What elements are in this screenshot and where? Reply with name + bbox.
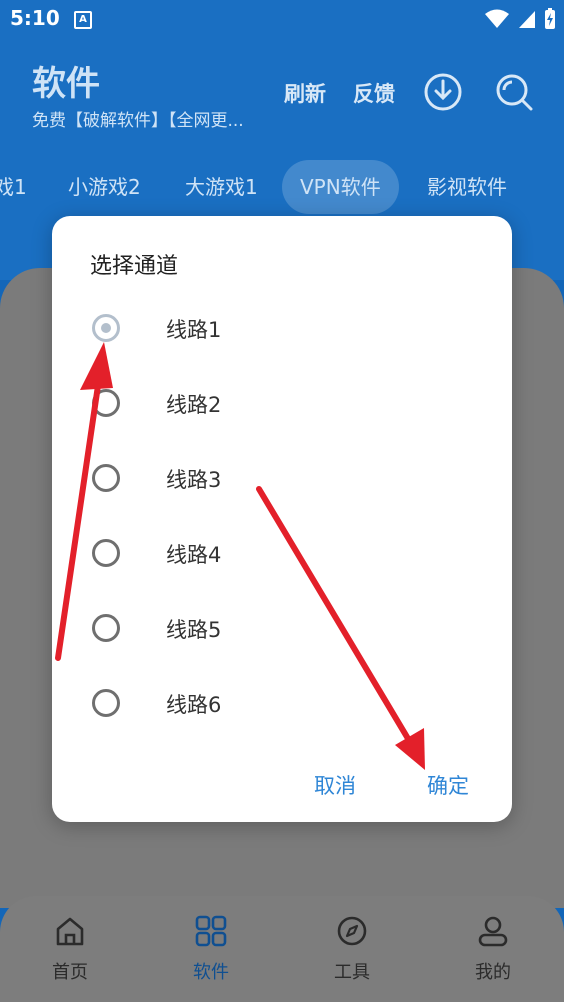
feedback-button[interactable]: 反馈 <box>353 78 395 108</box>
page-title: 软件 <box>32 64 100 104</box>
radio-button[interactable] <box>92 689 120 717</box>
nav-mine[interactable]: 我的 <box>453 914 533 984</box>
tab-video-software[interactable]: 影视软件 <box>427 160 507 214</box>
user-icon <box>478 916 508 947</box>
channel-option-label: 线路4 <box>166 543 222 567</box>
nav-software[interactable]: 软件 <box>171 914 251 984</box>
nav-tools-label: 工具 <box>334 962 370 983</box>
download-icon[interactable] <box>423 72 463 112</box>
radio-button[interactable] <box>92 464 120 492</box>
channel-option[interactable]: 线路4 <box>90 527 470 583</box>
channel-option[interactable]: 线路6 <box>90 677 470 733</box>
channel-dialog: 选择通道 线路1 线路2 线路3 线路4 线路5 线路6 取消 确定 <box>52 216 512 822</box>
channel-option[interactable]: 线路1 <box>90 302 470 358</box>
nav-home-label: 首页 <box>52 962 88 983</box>
channel-option-label: 线路5 <box>166 618 222 642</box>
bottom-nav: 首页 软件 工具 我的 <box>0 896 564 1002</box>
tab-game-1[interactable]: 戏1 <box>0 160 27 214</box>
refresh-button[interactable]: 刷新 <box>284 78 326 108</box>
tab-big-game-1[interactable]: 大游戏1 <box>185 160 258 214</box>
tab-mini-game-2[interactable]: 小游戏2 <box>68 160 141 214</box>
nav-mine-label: 我的 <box>475 962 511 983</box>
channel-option[interactable]: 线路5 <box>90 602 470 658</box>
radio-button[interactable] <box>92 314 120 342</box>
page-subtitle: 免费【破解软件】【全网更... <box>32 111 244 131</box>
category-tabs: 戏1 小游戏2 大游戏1 VPN软件 影视软件 <box>0 160 564 216</box>
channel-option[interactable]: 线路2 <box>90 377 470 433</box>
channel-option-label: 线路6 <box>166 693 222 717</box>
compass-icon <box>337 916 367 946</box>
channel-option[interactable]: 线路3 <box>90 452 470 508</box>
channel-option-label: 线路1 <box>166 318 222 342</box>
status-icons <box>484 8 556 30</box>
radio-button[interactable] <box>92 614 120 642</box>
search-icon[interactable] <box>494 72 534 112</box>
grid-icon <box>195 915 227 947</box>
channel-option-label: 线路3 <box>166 468 222 492</box>
dialog-title: 选择通道 <box>90 254 179 279</box>
status-bar: 5:10 A <box>0 0 564 40</box>
confirm-button[interactable]: 确定 <box>427 770 469 800</box>
nav-software-label: 软件 <box>193 962 229 983</box>
channel-option-label: 线路2 <box>166 393 222 417</box>
radio-button[interactable] <box>92 539 120 567</box>
signal-icon <box>519 11 535 28</box>
radio-button[interactable] <box>92 389 120 417</box>
nav-home[interactable]: 首页 <box>30 914 110 984</box>
tab-vpn-software[interactable]: VPN软件 <box>282 160 399 214</box>
battery-icon <box>545 8 555 29</box>
wifi-icon <box>485 9 509 28</box>
home-icon <box>56 917 84 946</box>
cancel-button[interactable]: 取消 <box>314 770 356 800</box>
nav-tools[interactable]: 工具 <box>312 914 392 984</box>
status-time: 5:10 <box>10 6 60 30</box>
notification-icon: A <box>74 11 92 29</box>
